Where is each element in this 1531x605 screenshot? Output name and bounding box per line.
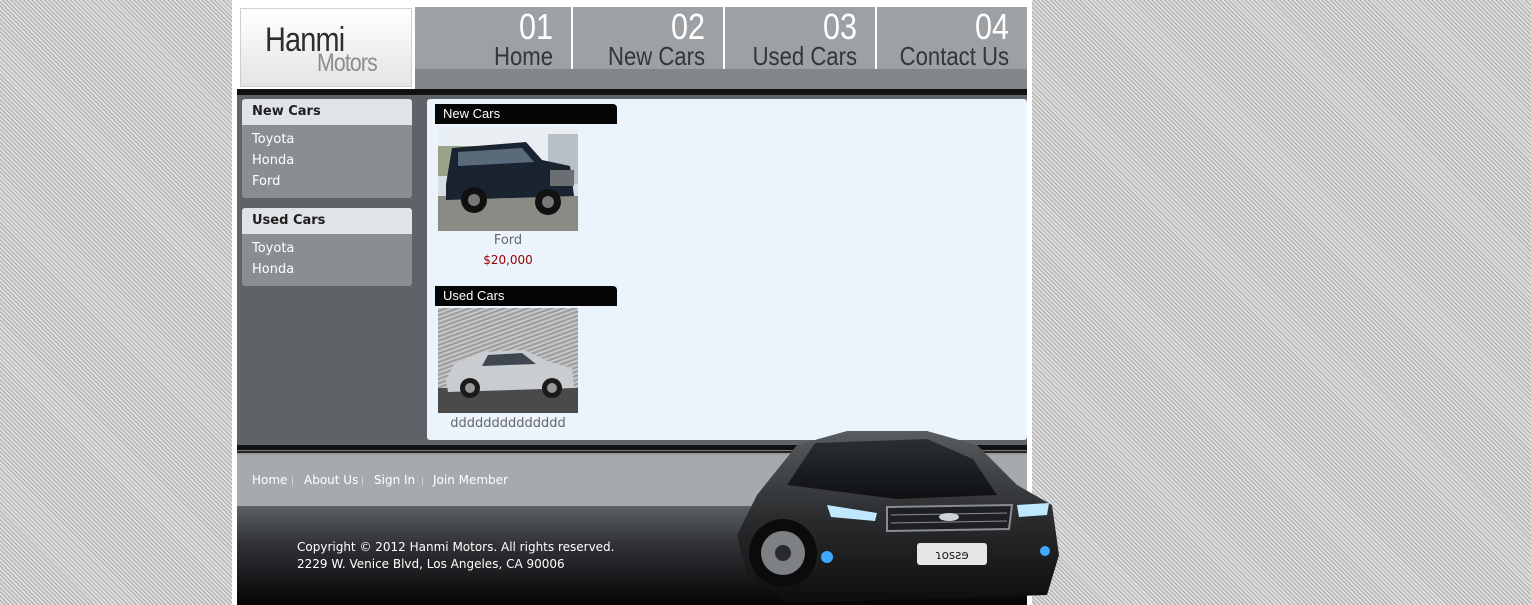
sidebar-used-cars: Used Cars Toyota Honda [242, 208, 412, 286]
nav-number: 02 [670, 6, 705, 47]
main-nav: 01 Home 02 New Cars 03 Used Cars 04 Cont… [415, 7, 1027, 69]
nav-number: 01 [518, 6, 553, 47]
nav-label: Home [494, 41, 553, 71]
footer-link-home[interactable]: Home [252, 473, 287, 487]
footer-link-join-member[interactable]: Join Member [433, 473, 508, 487]
car-name[interactable]: Ford [438, 233, 578, 248]
nav-number: 03 [822, 6, 857, 47]
sidebar-item-honda[interactable]: Honda [252, 150, 412, 171]
sidebar-heading: Used Cars [242, 208, 412, 234]
nav-item-contact-us[interactable]: 04 Contact Us [877, 6, 1027, 71]
svg-text:ɿosƨɘ: ɿosƨɘ [935, 548, 969, 562]
car-name[interactable]: dddddddddddddd [438, 416, 578, 431]
main-body: New Cars Toyota Honda Ford Used Cars Toy… [237, 95, 1027, 445]
footer-separator: | [421, 476, 424, 485]
content-panel: New Cars Ford $20,000 Used Cars dddddddd… [427, 99, 1027, 440]
nav-label: Used Cars [752, 41, 857, 71]
nav-item-used-cars[interactable]: 03 Used Cars [725, 7, 877, 69]
nav-item-new-cars[interactable]: 02 New Cars [573, 7, 725, 69]
section-title-used-cars: Used Cars [435, 286, 617, 306]
nav-underbar [415, 69, 1027, 89]
footer-link-sign-in[interactable]: Sign In [374, 473, 415, 487]
site-logo[interactable]: Hanmi Motors [240, 8, 412, 87]
sidebar-item-toyota[interactable]: Toyota [252, 238, 412, 259]
address-text: 2229 W. Venice Blvd, Los Angeles, CA 900… [297, 557, 565, 571]
sedan-photo[interactable] [438, 308, 578, 413]
nav-label: Contact Us [899, 41, 1009, 71]
sidebar-item-toyota[interactable]: Toyota [252, 129, 412, 150]
sidebar-list: Toyota Honda Ford [242, 125, 412, 196]
sidebar-list: Toyota Honda [242, 234, 412, 284]
nav-label: New Cars [607, 41, 705, 71]
footer-separator: | [291, 476, 294, 485]
section-title-new-cars: New Cars [435, 104, 617, 124]
sidebar-item-ford[interactable]: Ford [252, 171, 412, 192]
copyright-text: Copyright © 2012 Hanmi Motors. All right… [297, 540, 615, 554]
sidebar-new-cars: New Cars Toyota Honda Ford [242, 99, 412, 198]
sidebar-heading: New Cars [242, 99, 412, 125]
car-price: $20,000 [483, 253, 533, 267]
nav-number: 04 [974, 6, 1009, 47]
suv-photo[interactable] [438, 126, 578, 231]
page-container: Hanmi Motors 01 Home 02 New Cars 03 Used… [232, 0, 1059, 605]
sports-car-graphic: ɿosƨɘ [737, 431, 1059, 603]
footer-link-about-us[interactable]: About Us [304, 473, 358, 487]
nav-item-home[interactable]: 01 Home [415, 7, 573, 69]
logo-line-2: Motors [317, 49, 378, 77]
sidebar-item-honda[interactable]: Honda [252, 259, 412, 280]
footer-separator: | [361, 476, 364, 485]
